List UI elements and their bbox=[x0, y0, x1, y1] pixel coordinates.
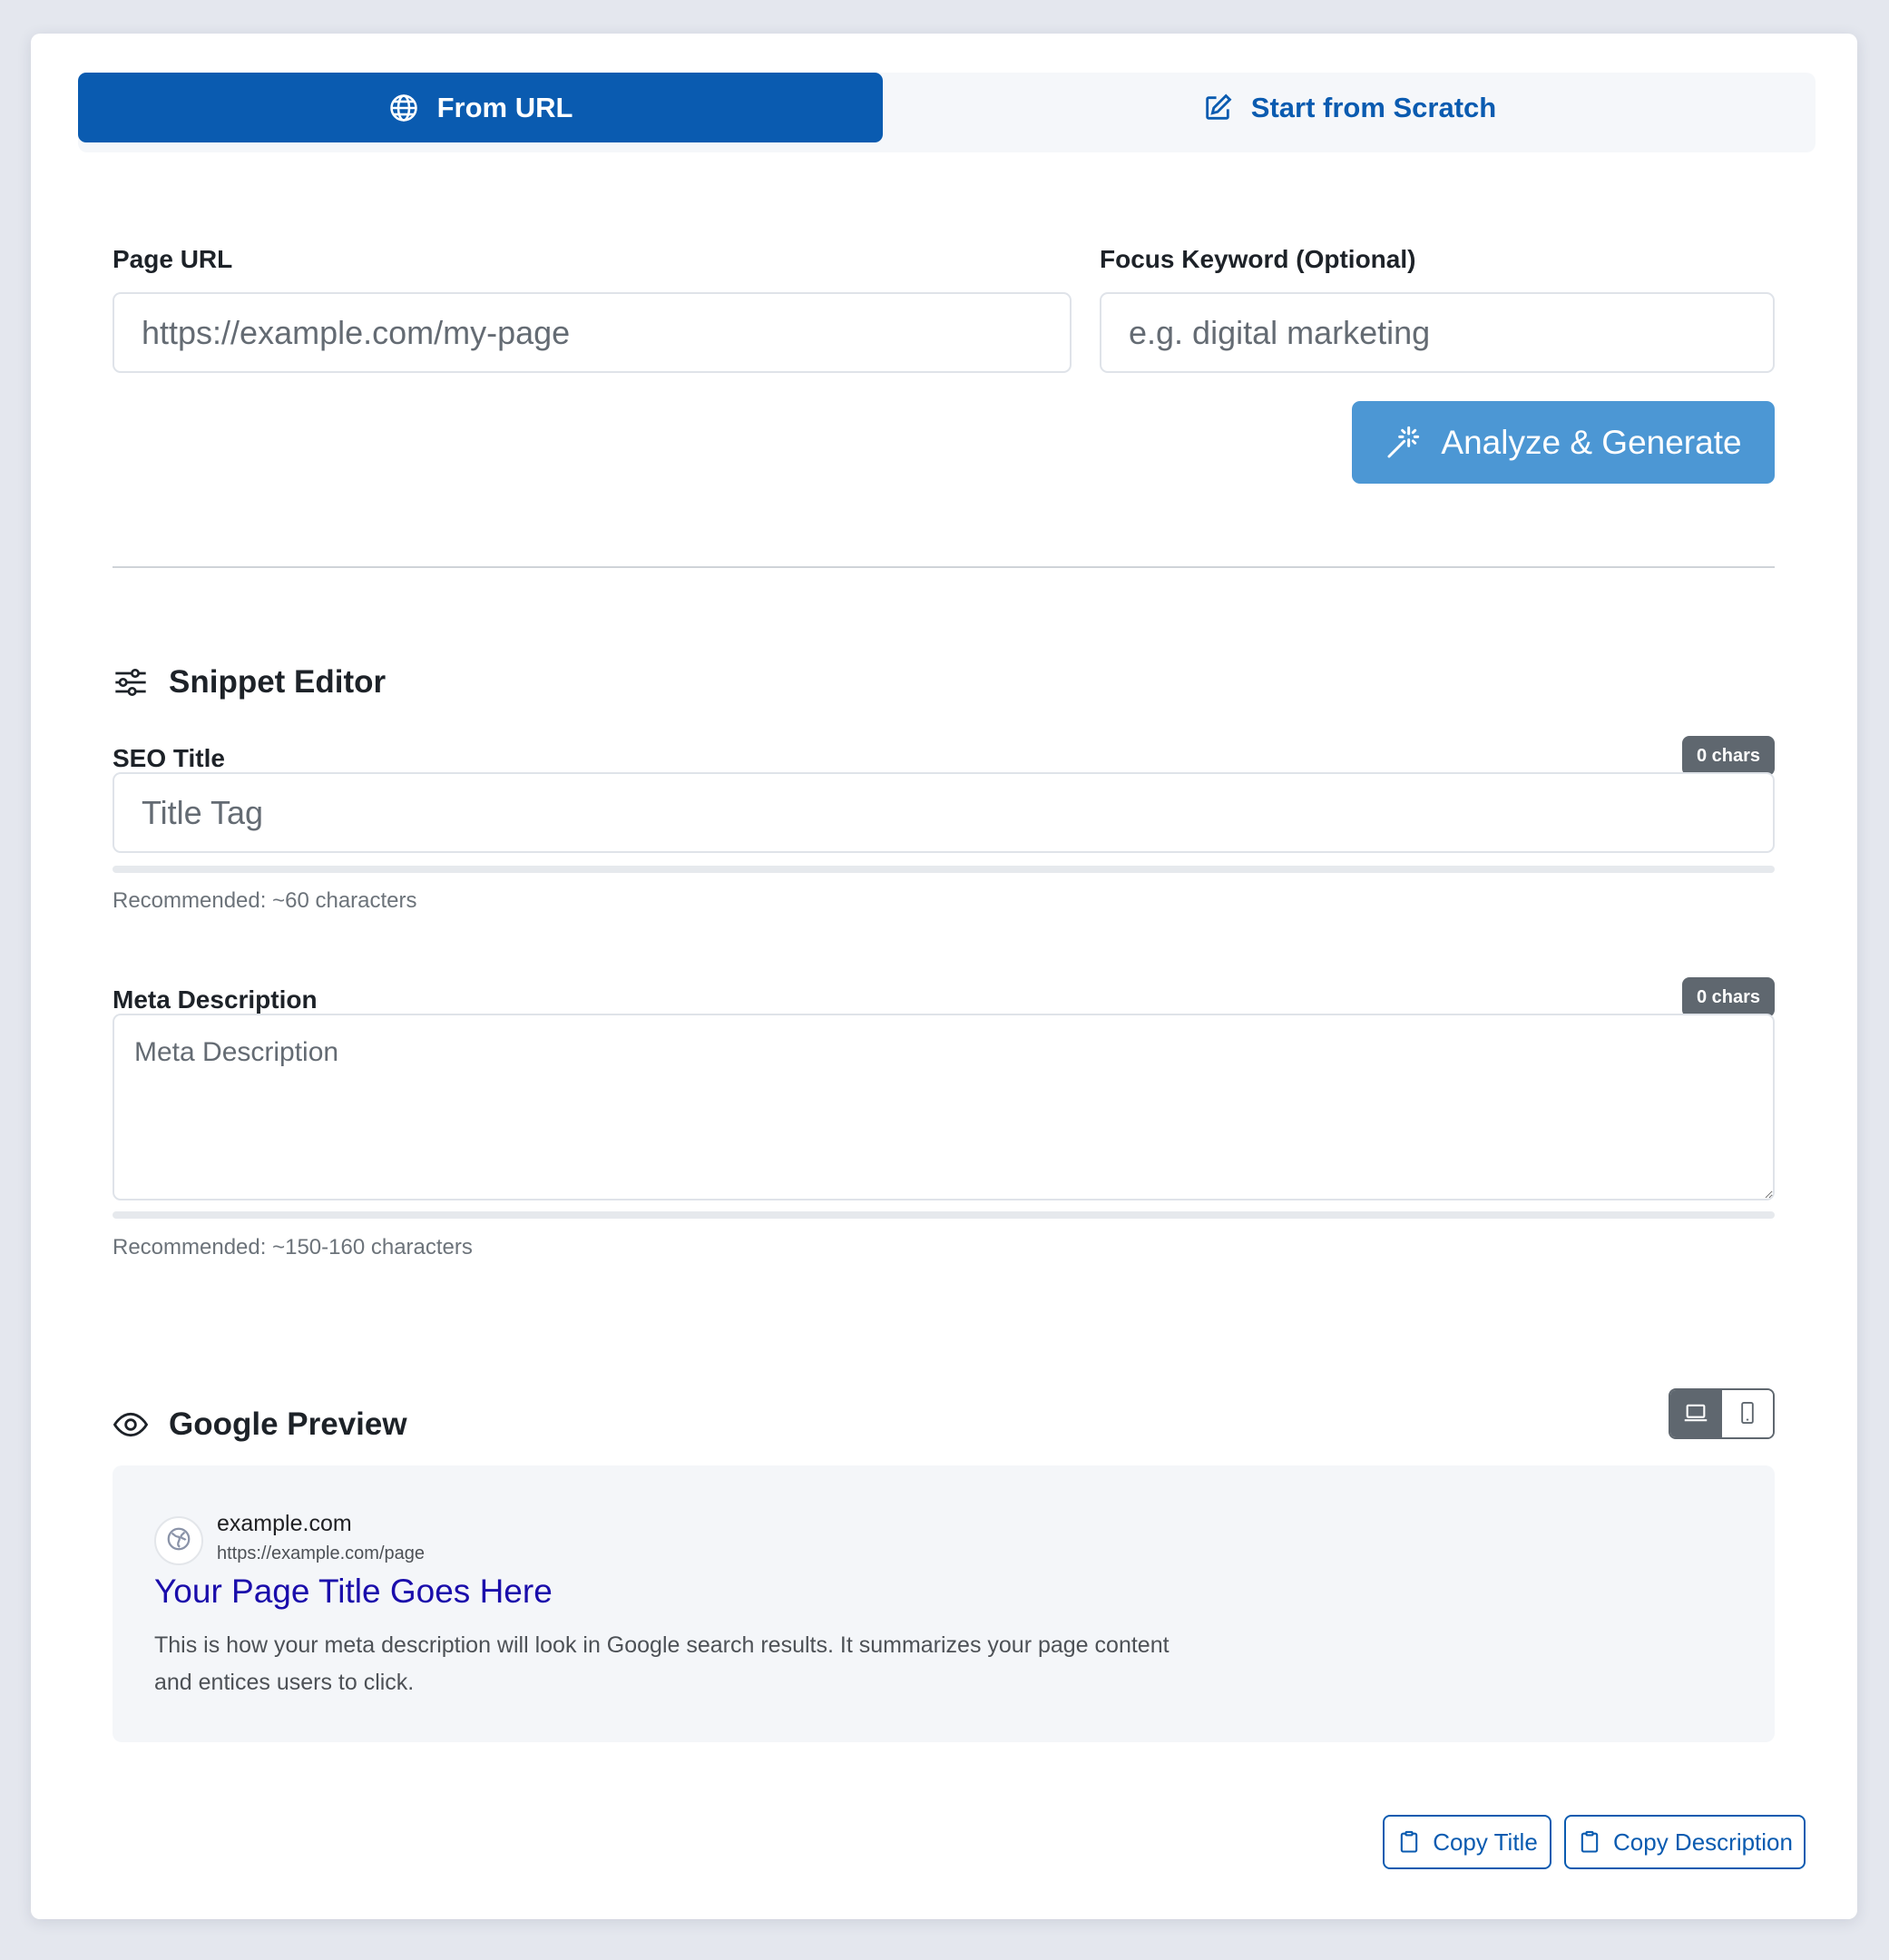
tab-start-from-scratch[interactable]: Start from Scratch bbox=[883, 73, 1816, 142]
globe-icon bbox=[165, 1525, 192, 1557]
meta-description-label: Meta Description bbox=[113, 985, 318, 1014]
sliders-icon bbox=[113, 664, 149, 701]
copy-title-button[interactable]: Copy Title bbox=[1383, 1815, 1551, 1869]
tab-scratch-label: Start from Scratch bbox=[1250, 91, 1497, 123]
tab-from-url[interactable]: From URL bbox=[78, 73, 883, 142]
serp-title[interactable]: Your Page Title Goes Here bbox=[154, 1573, 553, 1611]
serp-site-name: example.com bbox=[217, 1511, 352, 1536]
page-url-label: Page URL bbox=[113, 245, 233, 273]
mode-tabs: From URL Start from Scratch bbox=[78, 73, 1816, 152]
google-preview-heading: Google Preview bbox=[113, 1406, 407, 1443]
site-favicon bbox=[154, 1516, 203, 1565]
title-length-hint: Recommended: ~60 characters bbox=[113, 888, 417, 913]
seo-title-input[interactable] bbox=[113, 772, 1775, 853]
phone-icon bbox=[1735, 1400, 1760, 1428]
magic-wand-icon bbox=[1385, 425, 1421, 461]
eye-icon bbox=[113, 1406, 149, 1443]
description-length-hint: Recommended: ~150-160 characters bbox=[113, 1235, 473, 1259]
edit-icon bbox=[1202, 93, 1233, 123]
desktop-view-button[interactable] bbox=[1670, 1390, 1722, 1437]
copy-title-label: Copy Title bbox=[1433, 1828, 1538, 1856]
device-toggle bbox=[1669, 1388, 1775, 1439]
clipboard-icon bbox=[1577, 1829, 1602, 1855]
google-preview-title: Google Preview bbox=[169, 1406, 407, 1442]
clipboard-icon bbox=[1396, 1829, 1422, 1855]
focus-keyword-input[interactable] bbox=[1100, 292, 1775, 373]
serp-description: This is how your meta description will l… bbox=[154, 1632, 1170, 1695]
page-url-input[interactable] bbox=[113, 292, 1072, 373]
globe-icon bbox=[388, 93, 419, 123]
description-length-meter bbox=[113, 1211, 1775, 1219]
mobile-view-button[interactable] bbox=[1721, 1390, 1773, 1437]
analyze-generate-label: Analyze & Generate bbox=[1441, 423, 1742, 461]
laptop-icon bbox=[1683, 1400, 1708, 1428]
tab-from-url-label: From URL bbox=[436, 91, 573, 123]
seo-title-label: SEO Title bbox=[113, 744, 225, 772]
google-search-preview: example.com https://example.com/page You… bbox=[113, 1465, 1775, 1742]
analyze-generate-button[interactable]: Analyze & Generate bbox=[1352, 401, 1775, 484]
snippet-editor-heading: Snippet Editor bbox=[113, 664, 386, 701]
snippet-editor-title: Snippet Editor bbox=[169, 664, 387, 700]
title-char-count-badge: 0 chars bbox=[1682, 736, 1775, 776]
copy-description-button[interactable]: Copy Description bbox=[1564, 1815, 1806, 1869]
section-divider bbox=[113, 566, 1775, 568]
serp-url: https://example.com/page bbox=[217, 1544, 426, 1563]
meta-description-textarea[interactable] bbox=[113, 1014, 1775, 1200]
title-length-meter bbox=[113, 866, 1775, 873]
description-char-count-badge: 0 chars bbox=[1682, 977, 1775, 1017]
focus-keyword-label: Focus Keyword (Optional) bbox=[1100, 245, 1416, 273]
copy-description-label: Copy Description bbox=[1613, 1828, 1793, 1856]
generator-card: From URL Start from Scratch Page URL Foc… bbox=[31, 34, 1857, 1919]
